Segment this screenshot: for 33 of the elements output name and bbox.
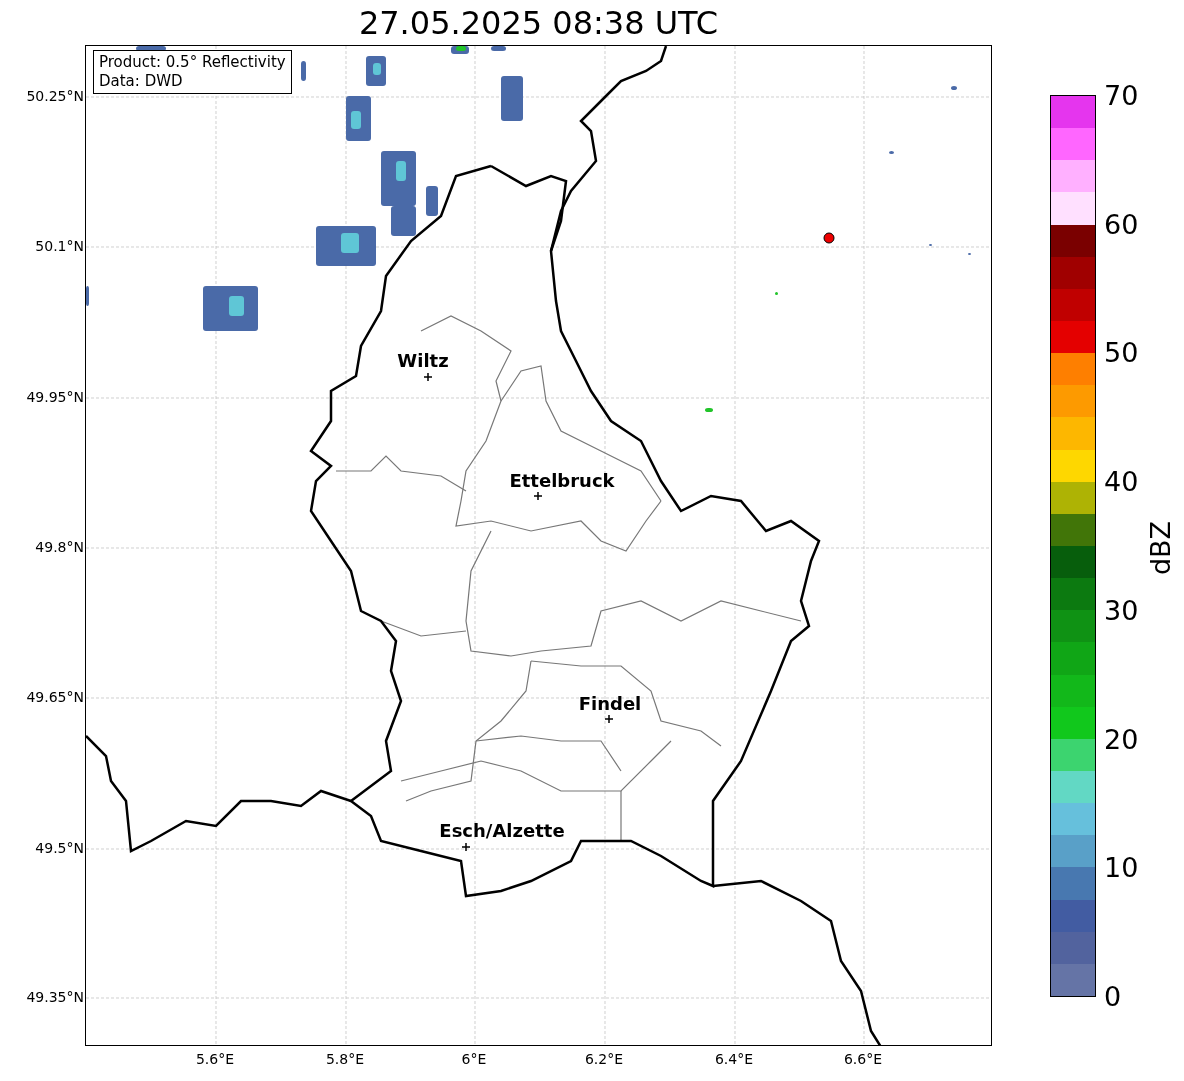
axis-tick-label: 5.6°E [195,1052,235,1066]
axis-tick-label: 49.95°N [26,390,84,404]
colorbar-tick-label: 10 [1104,853,1139,881]
colorbar-tick-label: 0 [1104,982,1122,1010]
colorbar-tick-label: 40 [1104,467,1139,495]
city-marker-icon [605,715,613,723]
chart-title: 27.05.2025 08:38 UTC [358,6,719,39]
colorbar-label: dBZ [1146,520,1174,576]
colorbar-tick-label: 30 [1104,596,1139,624]
axis-tick-label: 5.8°E [325,1052,365,1066]
city-marker-icon [534,492,542,500]
city-label: Ettelbruck [509,472,615,490]
axis-tick-label: 6.4°E [714,1052,754,1066]
colorbar-tick-label: 50 [1104,338,1139,366]
axis-tick-label: 6°E [461,1052,487,1066]
axis-tick-label: 6.6°E [843,1052,883,1066]
city-label: Esch/Alzette [439,822,565,840]
legend-text: Product: 0.5° Reflectivity [99,53,286,72]
city-label: Wiltz [397,352,449,370]
axis-tick-label: 49.5°N [35,841,84,855]
colorbar-tick-label: 20 [1104,725,1139,753]
axis-tick-label: 49.8°N [35,540,84,554]
legend-text: Data: DWD [99,72,184,91]
city-label: Findel [578,695,642,713]
axis-tick-label: 50.1°N [35,239,84,253]
colorbar-tick-label: 70 [1104,81,1139,109]
colorbar-tick-label: 60 [1104,210,1139,238]
axis-tick-label: 49.65°N [26,690,84,704]
axis-tick-label: 49.35°N [26,990,84,1004]
city-marker-icon [462,843,470,851]
city-marker-icon [424,373,432,381]
axis-tick-label: 6.2°E [584,1052,624,1066]
axis-tick-label: 50.25°N [26,89,84,103]
